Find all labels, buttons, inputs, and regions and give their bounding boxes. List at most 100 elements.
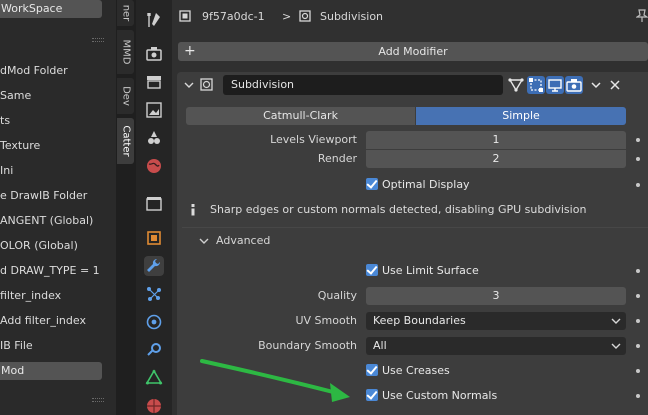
view-layer-icon[interactable] [144, 100, 164, 120]
tab-mmd[interactable]: MMD [117, 30, 134, 74]
list-item[interactable]: Add filter_index [0, 314, 86, 328]
on-cage-icon[interactable] [527, 76, 545, 94]
use-custom-normals-label: Use Custom Normals [382, 389, 498, 402]
list-item[interactable]: Texture [0, 139, 40, 153]
animate-property-dot[interactable] [636, 369, 640, 373]
list-item[interactable]: d DRAW_TYPE = 1 [0, 264, 100, 278]
subdivision-modifier-icon [200, 78, 213, 91]
list-item[interactable]: ANGENT (Global) [0, 214, 93, 228]
render-levels-label: Render [317, 152, 357, 165]
workspace-button[interactable]: WorkSpace [0, 0, 102, 18]
modifiers-icon[interactable] [144, 256, 164, 276]
panel-grip-handle[interactable] [92, 398, 104, 402]
tab-dev[interactable]: Dev [117, 78, 134, 114]
animate-property-dot[interactable] [636, 294, 640, 298]
modifier-panel: Subdivision Catmull-Clark Simple Levels … [177, 72, 648, 415]
levels-viewport-label: Levels Viewport [270, 133, 357, 146]
uv-smooth-label: UV Smooth [295, 314, 357, 327]
animate-property-dot[interactable] [636, 319, 640, 323]
animate-property-dot[interactable] [636, 269, 640, 273]
close-icon[interactable] [606, 76, 624, 94]
info-icon [187, 203, 199, 217]
particles-icon[interactable] [144, 284, 164, 304]
output-icon[interactable] [144, 72, 164, 92]
list-item[interactable]: OLOR (Global) [0, 239, 78, 253]
list-item[interactable]: filter_index [0, 289, 61, 303]
boundary-smooth-dropdown[interactable]: All [366, 337, 626, 355]
use-custom-normals-checkbox[interactable]: Use Custom Normals [366, 387, 497, 405]
pin-icon[interactable] [635, 9, 648, 23]
animate-property-dot[interactable] [636, 138, 640, 142]
modifier-panel-header: Subdivision [177, 72, 648, 98]
material-icon[interactable] [144, 396, 164, 415]
checkbox-checked-icon [366, 178, 378, 190]
animate-property-dot[interactable] [636, 394, 640, 398]
chevron-down-icon[interactable] [587, 76, 605, 94]
constraints-icon[interactable] [144, 340, 164, 360]
sidebar-tabs: ner MMD Dev Catter [116, 0, 136, 415]
breadcrumb-modifier[interactable]: Subdivision [320, 10, 383, 23]
list-item[interactable]: ts [0, 114, 10, 128]
realtime-display-icon[interactable] [546, 76, 564, 94]
properties-header: 9f57a0dc-1 > Subdivision [172, 0, 648, 34]
chevron-down-icon [611, 337, 621, 361]
quality-label: Quality [317, 289, 357, 302]
render-levels-field[interactable]: 2 [366, 150, 626, 168]
physics-icon[interactable] [144, 312, 164, 332]
plus-icon: + [184, 43, 196, 59]
animate-property-dot[interactable] [636, 157, 640, 161]
list-item[interactable]: e DrawIB Folder [0, 189, 87, 203]
checkbox-checked-icon [366, 264, 378, 276]
uv-smooth-dropdown[interactable]: Keep Boundaries [366, 312, 626, 330]
tab-catter[interactable]: Catter [117, 118, 134, 164]
modifier-type-icon [299, 10, 311, 22]
object-icon[interactable] [144, 228, 164, 248]
divider [182, 227, 648, 228]
breadcrumb-object[interactable]: 9f57a0dc-1 [202, 10, 265, 23]
checkbox-checked-icon [366, 389, 378, 401]
list-item[interactable]: IB File [0, 339, 33, 353]
collection-icon[interactable] [144, 194, 164, 214]
data-icon[interactable] [144, 368, 164, 388]
animate-property-dot[interactable] [636, 344, 640, 348]
panel-grip-handle[interactable] [92, 38, 104, 42]
catmull-clark-option[interactable]: Catmull-Clark [186, 107, 415, 125]
boundary-smooth-label: Boundary Smooth [258, 339, 357, 352]
chevron-down-icon[interactable] [184, 80, 194, 90]
list-item[interactable]: dMod Folder [0, 64, 68, 78]
chevron-down-icon [611, 312, 621, 336]
levels-viewport-field[interactable]: 1 [366, 131, 626, 149]
properties-tab-column [136, 0, 172, 415]
render-icon[interactable] [144, 44, 164, 64]
world-icon[interactable] [144, 156, 164, 176]
edit-mode-icon[interactable] [507, 76, 525, 94]
advanced-subpanel-header[interactable]: Advanced [216, 232, 270, 250]
uv-smooth-value: Keep Boundaries [373, 314, 466, 327]
render-camera-icon[interactable] [565, 76, 583, 94]
properties-editor: 9f57a0dc-1 > Subdivision + Add Modifier … [172, 0, 648, 415]
object-type-icon [179, 10, 191, 22]
animate-property-dot[interactable] [636, 183, 640, 187]
boundary-smooth-value: All [373, 339, 387, 352]
tool-icon[interactable] [144, 10, 164, 30]
use-creases-label: Use Creases [382, 364, 450, 377]
use-limit-surface-label: Use Limit Surface [382, 264, 479, 277]
quality-field[interactable]: 3 [366, 287, 626, 305]
optimal-display-checkbox[interactable]: Optimal Display [366, 176, 470, 194]
gpu-subdivision-info-text: Sharp edges or custom normals detected, … [210, 203, 587, 216]
list-item[interactable]: Same [0, 89, 31, 103]
modifier-name-field[interactable]: Subdivision [223, 75, 503, 95]
list-item[interactable]: Ini [0, 164, 13, 178]
add-modifier-label: Add Modifier [378, 45, 448, 58]
use-creases-checkbox[interactable]: Use Creases [366, 362, 450, 380]
chevron-down-icon[interactable] [199, 236, 209, 246]
add-modifier-button[interactable]: + Add Modifier [178, 42, 648, 61]
use-limit-surface-checkbox[interactable]: Use Limit Surface [366, 262, 479, 280]
simple-option[interactable]: Simple [416, 107, 626, 125]
scene-icon[interactable] [144, 128, 164, 148]
breadcrumb-separator: > [282, 10, 292, 23]
tab-tool[interactable]: ner [117, 0, 134, 26]
tool-side-panel: WorkSpace dMod Folder Same ts Texture In… [0, 0, 116, 415]
mod-button[interactable]: Mod [0, 362, 102, 380]
checkbox-checked-icon [366, 364, 378, 376]
